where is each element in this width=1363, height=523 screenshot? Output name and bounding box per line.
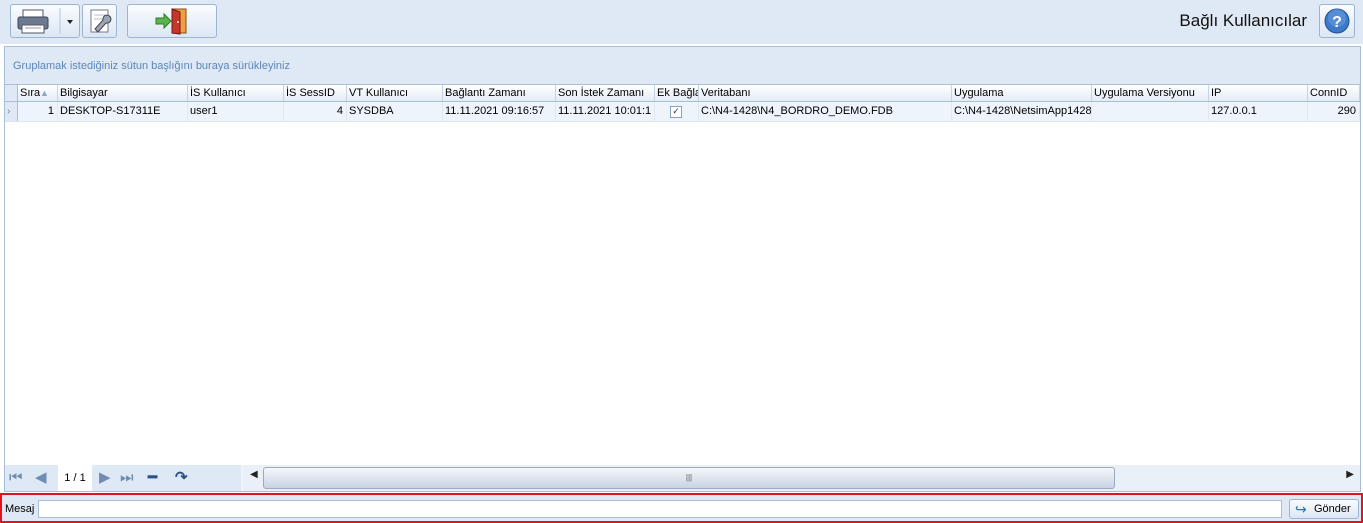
group-by-hint: Gruplamak istediğiniz sütun başlığını bu… (13, 60, 290, 72)
cell-vt-kullanici[interactable]: SYSDBA (347, 102, 443, 121)
cell-ek-baglanti[interactable]: ✓ (655, 102, 699, 121)
page-indicator: 1 / 1 (58, 465, 92, 491)
cell-bilgisayar[interactable]: DESKTOP-S17311E (58, 102, 188, 121)
cell-connid[interactable]: 290 (1308, 102, 1360, 121)
cell-son-istek-zamani[interactable]: 11.11.2021 10:01:1 (556, 102, 655, 121)
column-header-ek-baglanti[interactable]: Ek Bağlantı (655, 85, 699, 101)
cell-is-sessid[interactable]: 4 (284, 102, 347, 121)
message-panel: Mesaj ↪ Gönder (0, 493, 1363, 523)
column-header-ip[interactable]: IP (1209, 85, 1308, 101)
print-button[interactable] (10, 4, 80, 38)
cell-sira[interactable]: 1 (18, 102, 58, 121)
group-by-panel[interactable]: Gruplamak istediğiniz sütun başlığını bu… (5, 47, 1360, 84)
toolbar: Bağlı Kullanıcılar ? (0, 0, 1363, 44)
grid-footer: ⏮ ◀ 1 / 1 ▶ ⏭ ━ ↷ ◀ ||| ▶ (5, 465, 1360, 491)
row-indicator: › (5, 102, 18, 121)
exit-button[interactable] (127, 4, 217, 38)
cell-baglanti-zamani[interactable]: 11.11.2021 09:16:57 (443, 102, 556, 121)
previous-page-icon[interactable]: ◀ (35, 469, 47, 487)
sort-ascending-icon: ▲ (40, 88, 49, 98)
delete-record-icon[interactable]: ━ (148, 469, 157, 487)
column-header-bilgisayar[interactable]: Bilgisayar (58, 85, 188, 101)
first-page-icon[interactable]: ⏮ (9, 469, 23, 487)
scroll-right-icon[interactable]: ▶ (1346, 469, 1354, 480)
cell-ip[interactable]: 127.0.0.1 (1209, 102, 1308, 121)
settings-button[interactable] (82, 4, 117, 38)
exit-door-icon (155, 8, 187, 35)
column-header-uygulama[interactable]: Uygulama (952, 85, 1092, 101)
send-button-label: Gönder (1314, 503, 1351, 515)
pager: ⏮ ◀ 1 / 1 ▶ ⏭ ━ ↷ (5, 465, 241, 491)
refresh-icon[interactable]: ↷ (175, 469, 188, 487)
grip-icon: ||| (685, 473, 693, 482)
column-header-uygulama-versiyonu[interactable]: Uygulama Versiyonu (1092, 85, 1209, 101)
send-arrow-icon: ↪ (1295, 501, 1307, 517)
help-button[interactable]: ? (1319, 4, 1355, 38)
header-indicator (5, 85, 18, 101)
help-icon: ? (1324, 8, 1350, 34)
wrench-icon (90, 9, 112, 33)
window-title: Bağlı Kullanıcılar (1179, 11, 1307, 30)
ek-baglanti-checkbox[interactable]: ✓ (670, 106, 682, 118)
printer-icon (17, 8, 73, 34)
scroll-left-icon[interactable]: ◀ (250, 469, 258, 480)
message-input[interactable] (38, 500, 1282, 518)
last-page-icon[interactable]: ⏭ (120, 469, 134, 487)
column-header-connid[interactable]: ConnID (1308, 85, 1360, 101)
table-row[interactable]: › 1 DESKTOP-S17311E user1 4 SYSDBA 11.11… (5, 102, 1360, 122)
scrollbar-thumb[interactable]: ||| (263, 467, 1115, 489)
cell-uygulama-versiyonu[interactable] (1092, 102, 1209, 121)
svg-text:?: ? (1332, 14, 1342, 31)
horizontal-scrollbar[interactable]: ◀ ||| ▶ (243, 465, 1360, 491)
grid-header: Sıra▲ Bilgisayar İS Kullanıcı İS SessID … (5, 84, 1360, 102)
column-header-is-sessid[interactable]: İS SessID (284, 85, 347, 101)
column-header-baglanti-zamani[interactable]: Bağlantı Zamanı (443, 85, 556, 101)
column-header-sira[interactable]: Sıra▲ (18, 85, 58, 101)
send-button[interactable]: ↪ Gönder (1289, 499, 1359, 519)
cell-veritabani[interactable]: C:\N4-1428\N4_BORDRO_DEMO.FDB (699, 102, 952, 121)
column-header-vt-kullanici[interactable]: VT Kullanıcı (347, 85, 443, 101)
cell-uygulama[interactable]: C:\N4-1428\NetsimApp1428 (952, 102, 1092, 121)
cell-is-kullanici[interactable]: user1 (188, 102, 284, 121)
next-page-icon[interactable]: ▶ (99, 469, 111, 487)
column-header-son-istek-zamani[interactable]: Son İstek Zamanı (556, 85, 655, 101)
message-label: Mesaj (5, 503, 35, 515)
column-header-is-kullanici[interactable]: İS Kullanıcı (188, 85, 284, 101)
column-header-veritabani[interactable]: Veritabanı (699, 85, 952, 101)
connected-users-grid: Gruplamak istediğiniz sütun başlığını bu… (4, 46, 1361, 492)
current-row-arrow-icon: › (7, 106, 11, 117)
